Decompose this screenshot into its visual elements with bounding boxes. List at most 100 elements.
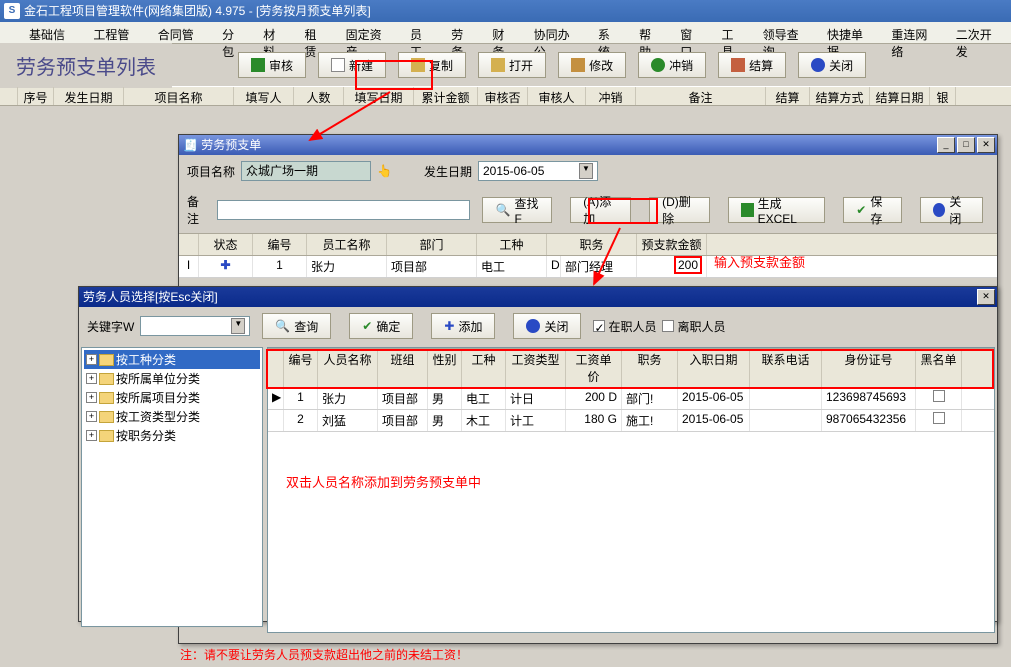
expand-icon[interactable]: + [86, 392, 97, 403]
add-person-button[interactable]: ✚添加 [431, 313, 495, 339]
tree-item[interactable]: +按工种分类 [84, 350, 260, 369]
minimize-button[interactable]: _ [937, 137, 955, 153]
col-no[interactable]: 编号 [284, 349, 318, 387]
out-service-checkbox[interactable]: 离职人员 [662, 318, 725, 335]
date-field[interactable]: 2015-06-05▼ [478, 161, 598, 181]
checkbox-icon[interactable] [933, 390, 945, 402]
menu-item[interactable]: 二次开发 [947, 22, 1011, 43]
col-bank[interactable]: 银 [930, 87, 956, 105]
tree-item[interactable]: +按所属单位分类 [84, 369, 260, 388]
menu-item[interactable]: 员工 [401, 22, 442, 43]
col-reverse[interactable]: 冲销 [586, 87, 636, 105]
col-hiredate[interactable]: 入职日期 [678, 349, 750, 387]
menu-item[interactable]: 基础信息 [20, 22, 84, 43]
close-window-button[interactable]: ✕ [977, 289, 995, 305]
col-job[interactable]: 工种 [477, 234, 547, 255]
project-field[interactable]: 众城广场一期 [241, 161, 371, 181]
col-seq[interactable]: 序号 [18, 87, 54, 105]
expand-icon[interactable]: + [86, 430, 97, 441]
ok-button[interactable]: ✔确定 [349, 313, 413, 339]
save-button[interactable]: ✔保存 [843, 197, 902, 223]
in-service-checkbox[interactable]: ✓在职人员 [593, 318, 656, 335]
col-pjob[interactable]: 工种 [462, 349, 506, 387]
copy-button[interactable]: 复制 [398, 52, 466, 78]
close-button[interactable]: 关闭 [513, 313, 581, 339]
cell-amount[interactable]: 200 [637, 256, 707, 277]
new-button[interactable]: 新建 [318, 52, 386, 78]
col-writedate[interactable]: 填写日期 [344, 87, 414, 105]
col-paytype[interactable]: 工资类型 [506, 349, 566, 387]
checkbox-icon[interactable] [933, 412, 945, 424]
col-amount[interactable]: 预支款金额 [637, 234, 707, 255]
project-picker-icon[interactable]: 👆 [377, 164, 392, 178]
tree-item[interactable]: +按所属项目分类 [84, 388, 260, 407]
category-tree[interactable]: +按工种分类 +按所属单位分类 +按所属项目分类 +按工资类型分类 +按职务分类 [81, 347, 263, 627]
delete-button[interactable]: (D)删除 [649, 197, 710, 223]
col-count[interactable]: 人数 [294, 87, 344, 105]
advance-grid-row[interactable]: I ✚ 1 张力 项目部 电工 D 部门经理 200 [179, 256, 997, 278]
menu-item[interactable]: 租赁 [295, 22, 336, 43]
col-date[interactable]: 发生日期 [54, 87, 124, 105]
col-pduty[interactable]: 职务 [622, 349, 678, 387]
person-row[interactable]: 2 刘猛 项目部 男 木工 计工 180 G 施工! 2015-06-05 98… [268, 410, 994, 432]
query-button[interactable]: 🔍查询 [262, 313, 331, 339]
expand-icon[interactable]: + [86, 373, 97, 384]
remark-input[interactable] [217, 200, 471, 220]
menu-item[interactable]: 劳务 [442, 22, 483, 43]
col-idcard[interactable]: 身份证号 [822, 349, 916, 387]
col-remark[interactable]: 备注 [636, 87, 766, 105]
dialog-titlebar[interactable]: 🧾 劳务预支单 _ □ ✕ [179, 135, 997, 155]
col-writer[interactable]: 填写人 [234, 87, 294, 105]
col-auditor[interactable]: 审核人 [528, 87, 586, 105]
col-settle[interactable]: 结算 [766, 87, 810, 105]
maximize-button[interactable]: □ [957, 137, 975, 153]
col-rate[interactable]: 工资单价 [566, 349, 622, 387]
col-pname[interactable]: 人员名称 [318, 349, 378, 387]
menu-item[interactable]: 合同管理 [149, 22, 213, 43]
menu-item[interactable]: 材料 [254, 22, 295, 43]
menu-item[interactable]: 分包 [213, 22, 254, 43]
menu-item[interactable]: 领导查询 [754, 22, 818, 43]
calc-button[interactable]: 结算 [718, 52, 786, 78]
menu-item[interactable]: 帮助 [630, 22, 671, 43]
excel-button[interactable]: 生成EXCEL [728, 197, 825, 223]
keyword-combo[interactable]: ▼ [140, 316, 250, 336]
col-black[interactable]: 黑名单 [916, 349, 962, 387]
menu-item[interactable]: 系统 [589, 22, 630, 43]
tree-item[interactable]: +按职务分类 [84, 426, 260, 445]
col-sex[interactable]: 性别 [428, 349, 462, 387]
col-total[interactable]: 累计金额 [414, 87, 478, 105]
tree-item[interactable]: +按工资类型分类 [84, 407, 260, 426]
expand-icon[interactable]: + [86, 354, 97, 365]
menu-item[interactable]: 工程管理 [84, 22, 148, 43]
menu-item[interactable]: 窗口 [671, 22, 712, 43]
expand-icon[interactable]: + [86, 411, 97, 422]
col-status[interactable]: 状态 [199, 234, 253, 255]
col-empname[interactable]: 员工名称 [307, 234, 387, 255]
col-settletype[interactable]: 结算方式 [810, 87, 870, 105]
col-duty[interactable]: 职务 [547, 234, 637, 255]
menu-item[interactable]: 固定资产 [337, 22, 401, 43]
col-phone[interactable]: 联系电话 [750, 349, 822, 387]
close-button[interactable]: 关闭 [798, 52, 866, 78]
add-button[interactable]: (A)添加 [570, 197, 631, 223]
menu-item[interactable]: 协同办公 [525, 22, 589, 43]
audit-button[interactable]: 审核 [238, 52, 306, 78]
close-dialog-button[interactable]: 关闭 [920, 197, 983, 223]
menu-item[interactable]: 工具 [712, 22, 753, 43]
col-id[interactable]: 编号 [253, 234, 307, 255]
close-window-button[interactable]: ✕ [977, 137, 995, 153]
chevron-down-icon[interactable]: ▼ [579, 163, 593, 179]
col-audited[interactable]: 审核否 [478, 87, 528, 105]
menu-item[interactable]: 财务 [483, 22, 524, 43]
reverse-button[interactable]: 冲销 [638, 52, 706, 78]
search-button[interactable]: 🔍查找F [482, 197, 552, 223]
dialog2-titlebar[interactable]: 劳务人员选择[按Esc关闭] ✕ [79, 287, 997, 307]
menu-item[interactable]: 快捷单据 [818, 22, 882, 43]
col-project[interactable]: 项目名称 [124, 87, 234, 105]
open-button[interactable]: 打开 [478, 52, 546, 78]
menu-item[interactable]: 重连网络 [882, 22, 946, 43]
edit-button[interactable]: 修改 [558, 52, 626, 78]
chevron-down-icon[interactable]: ▼ [231, 318, 245, 334]
col-team[interactable]: 班组 [378, 349, 428, 387]
